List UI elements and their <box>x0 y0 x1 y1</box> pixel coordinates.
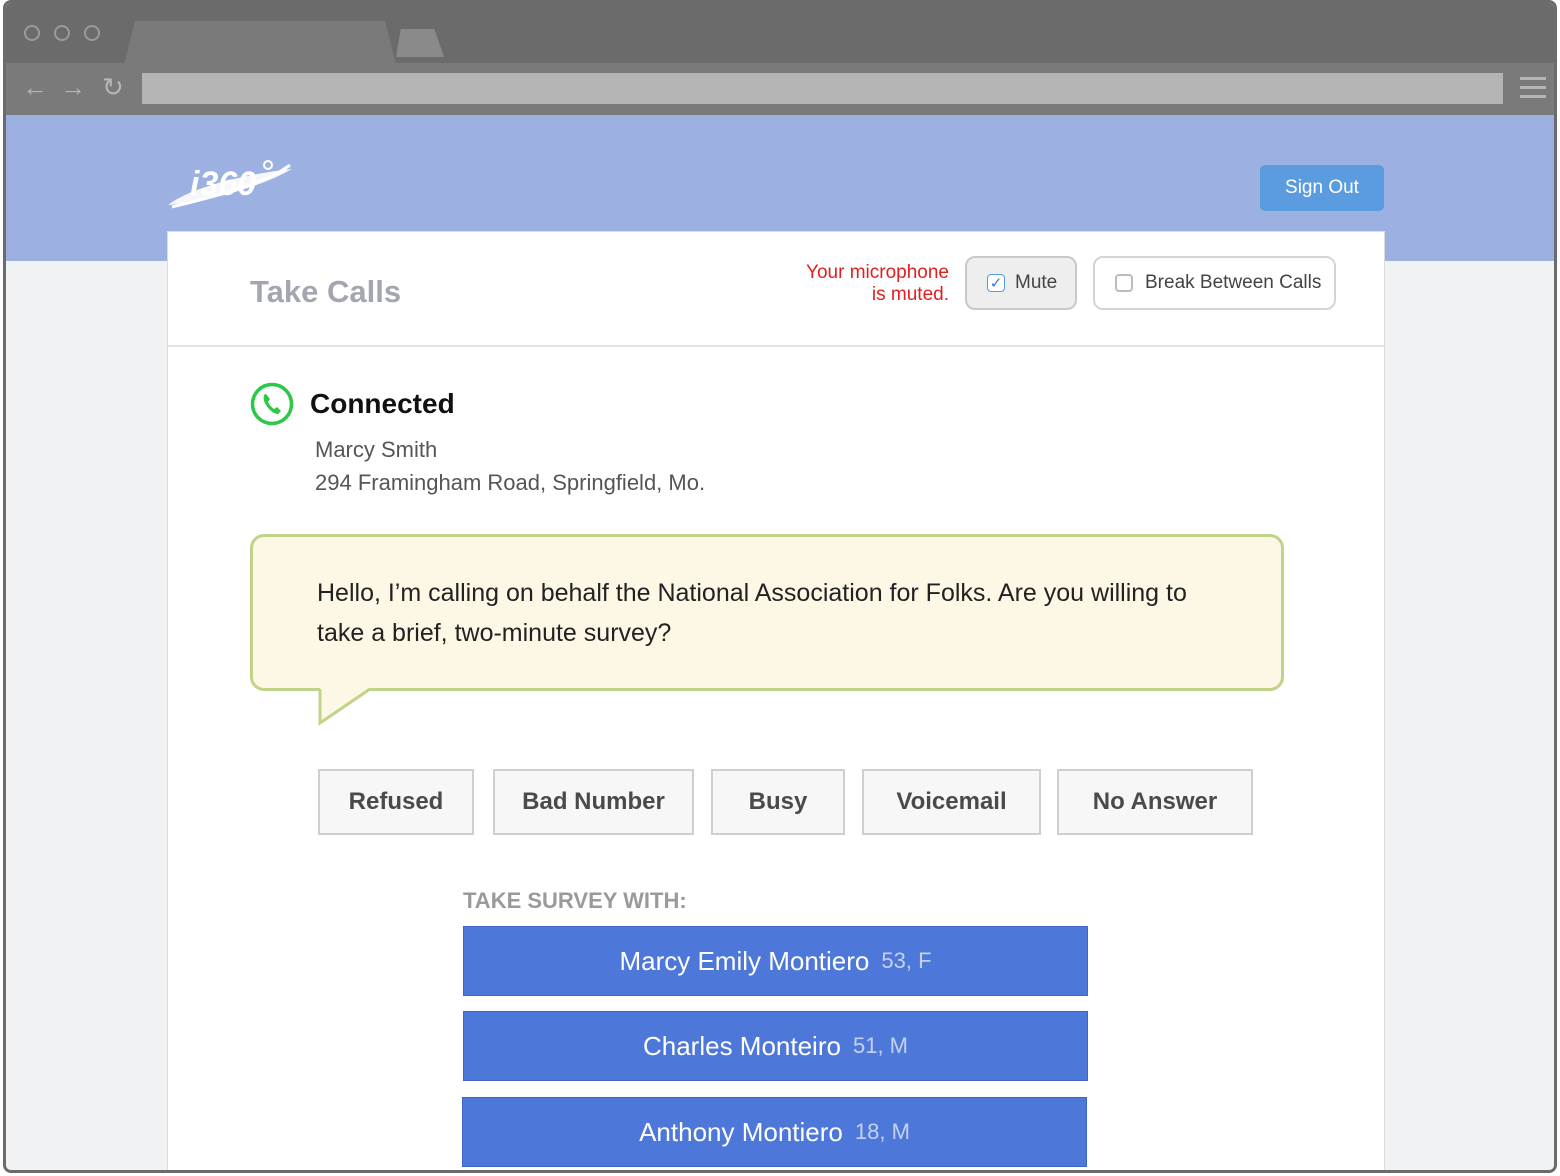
card-header: Take Calls Your microphone is muted. ✓ M… <box>168 232 1384 347</box>
browser-toolbar: ← → ↻ <box>6 63 1554 115</box>
person-age-gender: 51, M <box>852 1033 908 1058</box>
disposition-buttons: Refused Bad Number Busy Voicemail No Ans… <box>318 769 1258 837</box>
survey-person-button[interactable]: Marcy Emily Montiero 53, F <box>463 926 1088 996</box>
contact-address: 294 Framingham Road, Springfield, Mo. <box>315 470 706 495</box>
browser-tab[interactable] <box>124 21 396 65</box>
window-close-control[interactable] <box>24 25 40 41</box>
survey-person-button[interactable]: Charles Monteiro 51, M <box>463 1011 1088 1081</box>
refused-button[interactable]: Refused <box>318 769 474 835</box>
menu-icon[interactable] <box>1520 77 1546 104</box>
reload-icon[interactable]: ↻ <box>102 73 124 101</box>
person-age-gender: 53, F <box>881 948 932 973</box>
survey-person-button[interactable]: Anthony Montiero 18, M <box>462 1097 1087 1167</box>
call-script-bubble: Hello, I’m calling on behalf the Nationa… <box>250 534 1284 691</box>
i360-logo: i360 <box>168 160 292 209</box>
person-name: Marcy Emily Montiero <box>619 945 870 976</box>
take-calls-card: Take Calls Your microphone is muted. ✓ M… <box>167 231 1385 1170</box>
phone-icon <box>250 382 294 426</box>
bad-number-button[interactable]: Bad Number <box>493 769 694 835</box>
busy-button[interactable]: Busy <box>711 769 845 835</box>
survey-label: TAKE SURVEY WITH: <box>463 888 687 913</box>
contact-name: Marcy Smith <box>315 437 438 462</box>
person-name: Anthony Montiero <box>639 1116 843 1147</box>
sign-out-button[interactable]: Sign Out <box>1260 165 1384 211</box>
call-status: Connected <box>310 388 455 419</box>
back-arrow-icon[interactable]: ← <box>22 73 48 101</box>
mute-label: Mute <box>1015 272 1058 293</box>
no-answer-button[interactable]: No Answer <box>1057 769 1253 835</box>
person-name: Charles Monteiro <box>642 1030 841 1061</box>
mute-toggle[interactable]: ✓ Mute <box>965 256 1077 310</box>
break-label: Break Between Calls <box>1145 272 1322 293</box>
window-minimize-control[interactable] <box>54 25 70 41</box>
mute-warning-line1: Your microphone <box>806 262 949 283</box>
call-script-text: Hello, I’m calling on behalf the Nationa… <box>317 579 1187 647</box>
checkbox-unchecked-icon[interactable] <box>1115 274 1133 292</box>
new-tab-button[interactable] <box>396 29 444 57</box>
browser-titlebar <box>6 3 1554 65</box>
forward-arrow-icon[interactable]: → <box>60 73 86 101</box>
window-zoom-control[interactable] <box>84 25 100 41</box>
speech-bubble-tail <box>318 687 372 726</box>
svg-text:i360: i360 <box>190 165 256 203</box>
break-between-calls-toggle[interactable]: Break Between Calls <box>1093 256 1336 310</box>
address-bar[interactable] <box>142 73 1503 104</box>
browser-window: ← → ↻ i360 Sign Out Take Calls Your micr… <box>3 0 1557 1173</box>
page-content: i360 Sign Out Take Calls Your microphone… <box>6 115 1554 1170</box>
checkbox-checked-icon[interactable]: ✓ <box>987 274 1005 292</box>
person-age-gender: 18, M <box>854 1119 910 1144</box>
mute-warning: Your microphone is muted. <box>806 262 949 306</box>
mute-warning-line2: is muted. <box>871 284 949 305</box>
page-title: Take Calls <box>250 274 402 309</box>
voicemail-button[interactable]: Voicemail <box>862 769 1041 835</box>
